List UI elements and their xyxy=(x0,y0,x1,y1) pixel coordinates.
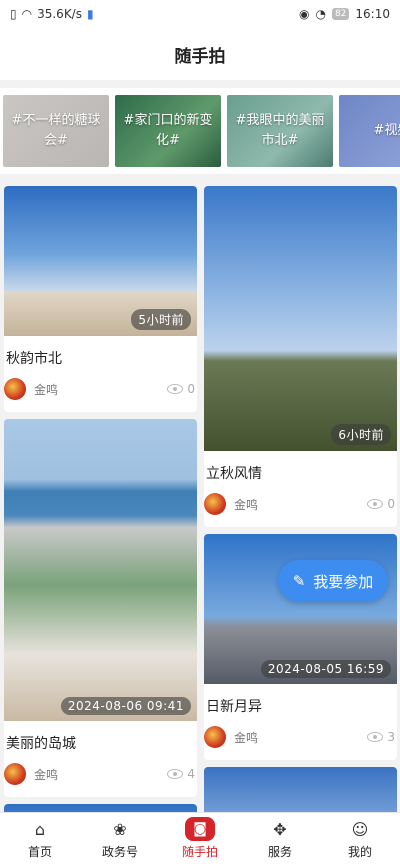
photo-card[interactable]: 5小时前 秋韵市北 金鸣 0 xyxy=(4,186,197,412)
bottom-tab-bar: ⌂ 首页 ❀ 政务号 ◙ 随手拍 ✥ 服务 ☺ 我的 xyxy=(0,812,400,866)
photo-card[interactable]: 2024-08-06 09:41 美丽的岛城 金鸣 4 xyxy=(4,419,197,797)
photo-title: 秋韵市北 xyxy=(6,351,62,367)
tab-snapshot[interactable]: ◙ 随手拍 xyxy=(160,813,240,866)
avatar xyxy=(204,493,226,515)
tab-services[interactable]: ✥ 服务 xyxy=(240,813,320,866)
photo-image[interactable]: 2024-08-05 16:59 xyxy=(204,534,397,684)
government-icon: ❀ xyxy=(113,820,127,839)
photo-card[interactable] xyxy=(4,804,197,812)
pencil-icon: ✎ xyxy=(292,572,306,590)
view-count: 0 xyxy=(387,497,395,511)
tab-label: 我的 xyxy=(347,845,372,859)
author-name: 金鸣 xyxy=(34,382,59,397)
tab-label: 随手拍 xyxy=(181,845,218,859)
photo-image[interactable] xyxy=(204,767,397,812)
photo-title: 日新月异 xyxy=(206,699,262,715)
tab-profile[interactable]: ☺ 我的 xyxy=(320,813,400,866)
join-button-label: 我要参加 xyxy=(313,572,374,591)
topic-card[interactable]: #不一样的糖球会# xyxy=(3,95,109,167)
battery-saver-icon: ▮ xyxy=(86,7,94,21)
photo-title: 立秋风情 xyxy=(206,466,262,482)
photo-card[interactable]: 6小时前 立秋风情 金鸣 0 xyxy=(204,186,397,527)
photo-card[interactable] xyxy=(204,767,397,812)
services-icon: ✥ xyxy=(273,820,287,839)
avatar xyxy=(204,726,226,748)
topic-card[interactable]: #我眼中的美丽市北# xyxy=(227,95,333,167)
tab-label: 首页 xyxy=(27,845,52,859)
speed-icon: ◔ xyxy=(315,7,326,21)
battery-level: 82 xyxy=(331,8,350,20)
view-count: 3 xyxy=(387,730,395,744)
profile-icon: ☺ xyxy=(351,820,369,839)
post-time: 6小时前 xyxy=(331,424,391,445)
tab-label: 政务号 xyxy=(101,845,138,859)
post-time: 5小时前 xyxy=(131,309,191,330)
post-time: 2024-08-06 09:41 xyxy=(60,697,191,715)
view-count: 0 xyxy=(187,382,195,396)
clock: 16:10 xyxy=(355,7,390,21)
page-title: 随手拍 xyxy=(0,28,400,80)
views-icon xyxy=(167,384,184,394)
photo-title: 美丽的岛城 xyxy=(6,736,76,752)
author-name: 金鸣 xyxy=(234,497,259,512)
tab-label: 服务 xyxy=(267,845,292,859)
author-name: 金鸣 xyxy=(34,767,59,782)
post-time: 2024-08-05 16:59 xyxy=(260,660,391,678)
camera-icon: ◙ xyxy=(185,817,215,841)
status-bar: ▯ ◠ 35.6K/s ▮ ◉ ◔ 82 16:10 xyxy=(0,0,400,28)
topic-card[interactable]: #家门口的新变化# xyxy=(115,95,221,167)
photo-image[interactable]: 5小时前 xyxy=(4,186,197,336)
views-icon xyxy=(367,499,384,509)
views-icon xyxy=(167,769,184,779)
eye-comfort-icon: ◉ xyxy=(298,7,310,21)
network-speed: 35.6K/s xyxy=(37,7,82,21)
photo-image[interactable] xyxy=(4,804,197,812)
views-icon xyxy=(367,732,384,742)
view-count: 4 xyxy=(187,767,195,781)
tab-government[interactable]: ❀ 政务号 xyxy=(80,813,160,866)
avatar xyxy=(4,378,26,400)
avatar xyxy=(4,763,26,785)
photo-image[interactable]: 2024-08-06 09:41 xyxy=(4,419,197,721)
photo-image[interactable]: 6小时前 xyxy=(204,186,397,451)
tab-home[interactable]: ⌂ 首页 xyxy=(0,813,80,866)
join-button[interactable]: ✎ 我要参加 xyxy=(278,560,388,602)
topic-carousel[interactable]: #不一样的糖球会# #家门口的新变化# #我眼中的美丽市北# #视频 xyxy=(0,88,400,174)
photo-feed[interactable]: 5小时前 秋韵市北 金鸣 0 2024-08-06 09:41 美丽的岛城 金鸣… xyxy=(0,180,400,812)
wifi-icon: ◠ xyxy=(21,7,33,21)
author-name: 金鸣 xyxy=(234,730,259,745)
topic-card[interactable]: #视频 xyxy=(339,95,400,167)
home-icon: ⌂ xyxy=(34,820,46,839)
sim-icon: ▯ xyxy=(10,7,17,21)
